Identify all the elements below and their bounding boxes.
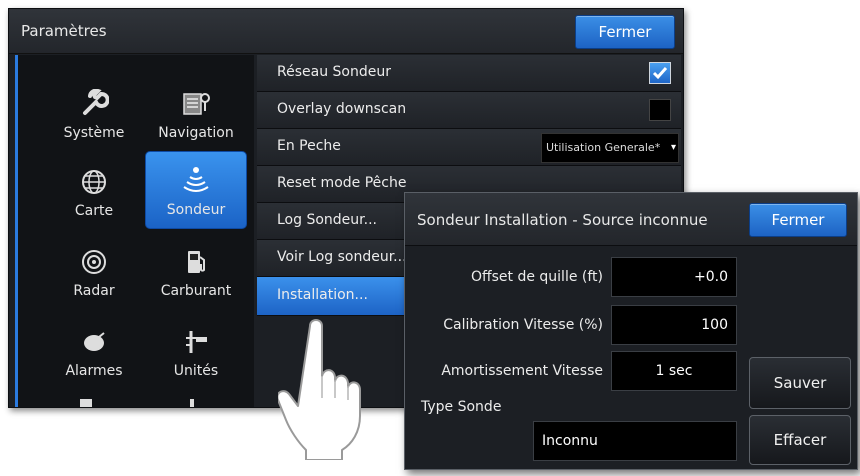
category-carburant[interactable]: Carburant — [146, 239, 246, 309]
category-alarmes[interactable]: Alarmes — [44, 319, 144, 389]
settings-title: Paramètres — [21, 22, 107, 40]
alarm-icon — [44, 327, 144, 357]
offset-field[interactable]: +0.0 — [611, 257, 737, 297]
category-sondeur[interactable]: Sondeur — [145, 151, 247, 229]
partial-icon — [80, 399, 92, 407]
field-value: +0.0 — [694, 269, 728, 285]
type-sonde-label: Type Sonde — [421, 399, 502, 415]
wrench-icon — [44, 89, 144, 119]
globe-icon — [44, 167, 144, 197]
dropdown-value: Utilisation Generale* — [546, 141, 661, 154]
clear-button[interactable]: Effacer — [749, 415, 851, 465]
chevron-down-icon: ▾ — [670, 142, 676, 153]
row-label: Log Sondeur... — [277, 212, 377, 228]
dialog-close-button[interactable]: Fermer — [749, 203, 847, 237]
category-unites[interactable]: Unités — [146, 319, 246, 389]
row-label: Réseau Sondeur — [277, 64, 391, 80]
row-label: En Peche — [277, 138, 341, 154]
installation-dialog: Sondeur Installation - Source inconnue F… — [404, 192, 858, 470]
category-panel: Système Navigation Carte Sondeur Radar C… — [15, 55, 254, 407]
row-label: Reset mode Pêche — [277, 175, 407, 191]
category-navigation[interactable]: Navigation — [146, 81, 246, 151]
category-systeme[interactable]: Système — [44, 81, 144, 151]
hand-pointer-icon — [278, 319, 361, 460]
row-en-peche[interactable]: En Peche Utilisation Generale* ▾ — [257, 129, 681, 166]
amortissement-field[interactable]: 1 sec — [611, 351, 737, 391]
calibration-label: Calibration Vitesse (%) — [443, 317, 603, 333]
category-label: Alarmes — [65, 363, 123, 379]
sonar-icon — [146, 164, 246, 194]
row-reseau-sondeur[interactable]: Réseau Sondeur — [257, 55, 681, 92]
radar-icon — [44, 247, 144, 277]
fuel-pump-icon — [146, 247, 246, 277]
settings-title-bar: Paramètres Fermer — [9, 9, 683, 54]
save-button[interactable]: Sauver — [749, 357, 851, 409]
field-value: 1 sec — [655, 363, 693, 379]
category-label: Carburant — [160, 283, 232, 299]
category-label: Radar — [73, 283, 115, 299]
amortissement-label: Amortissement Vitesse — [441, 363, 603, 379]
category-label: Carte — [74, 203, 114, 219]
type-sonde-field[interactable]: Inconnu — [533, 421, 737, 461]
field-value: 100 — [701, 317, 728, 333]
row-label: Voir Log sondeur... — [277, 249, 407, 265]
check-icon — [652, 67, 668, 80]
calibration-field[interactable]: 100 — [611, 305, 737, 345]
row-label: Overlay downscan — [277, 101, 407, 117]
units-icon — [146, 327, 246, 357]
en-peche-dropdown[interactable]: Utilisation Generale* ▾ — [541, 133, 679, 163]
category-label: Unités — [173, 363, 219, 379]
row-label: Installation... — [277, 287, 368, 303]
overlay-downscan-checkbox[interactable] — [649, 99, 671, 121]
category-carte[interactable]: Carte — [44, 159, 144, 229]
offset-label: Offset de quille (ft) — [470, 269, 603, 285]
category-label: Système — [63, 125, 125, 141]
reseau-sondeur-checkbox[interactable] — [649, 62, 671, 84]
settings-close-button[interactable]: Fermer — [575, 15, 675, 49]
field-value: Inconnu — [542, 433, 598, 449]
category-label: Navigation — [158, 125, 234, 141]
category-radar[interactable]: Radar — [44, 239, 144, 309]
row-overlay-downscan[interactable]: Overlay downscan — [257, 92, 681, 129]
partial-icon — [190, 399, 194, 407]
navigation-icon — [146, 89, 246, 119]
dialog-title-bar: Sondeur Installation - Source inconnue F… — [405, 193, 857, 246]
category-label: Sondeur — [166, 202, 226, 218]
dialog-title: Sondeur Installation - Source inconnue — [417, 211, 708, 229]
